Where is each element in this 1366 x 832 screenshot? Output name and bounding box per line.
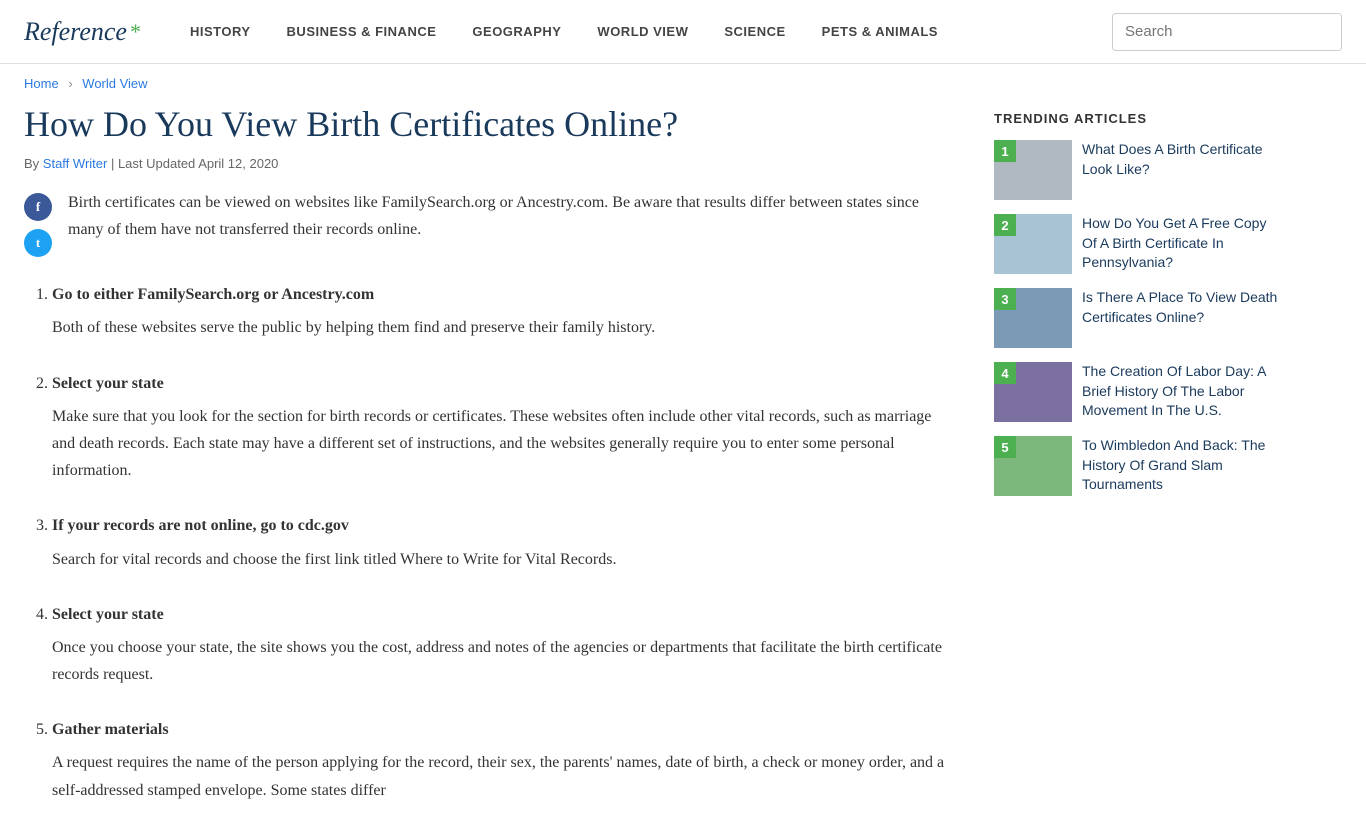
list-item: If your records are not online, go to cd… [52, 512, 954, 572]
trending-num-img: 4 [994, 362, 1072, 422]
twitter-button[interactable]: t [24, 229, 52, 257]
trending-item[interactable]: 4 The Creation Of Labor Day: A Brief His… [994, 362, 1284, 422]
step-body: Once you choose your state, the site sho… [52, 634, 954, 688]
list-item: Select your state Once you choose your st… [52, 601, 954, 689]
trending-text[interactable]: What Does A Birth Certificate Look Like? [1082, 140, 1284, 179]
meta-date: April 12, 2020 [198, 156, 278, 171]
search-input[interactable] [1113, 23, 1336, 40]
trending-num: 3 [994, 288, 1016, 310]
step-title: Gather materials [52, 716, 954, 743]
trending-num: 1 [994, 140, 1016, 162]
article-title: How Do You View Birth Certificates Onlin… [24, 103, 954, 146]
nav-history[interactable]: HISTORY [172, 24, 269, 39]
step-title: If your records are not online, go to cd… [52, 512, 954, 539]
trending-num: 2 [994, 214, 1016, 236]
article-steps: Go to either FamilySearch.org or Ancestr… [24, 281, 954, 804]
list-item: Go to either FamilySearch.org or Ancestr… [52, 281, 954, 341]
breadcrumb-sep: › [68, 76, 72, 91]
step-title: Go to either FamilySearch.org or Ancestr… [52, 281, 954, 308]
trending-text[interactable]: The Creation Of Labor Day: A Brief Histo… [1082, 362, 1284, 421]
trending-list: 1 What Does A Birth Certificate Look Lik… [994, 140, 1284, 496]
nav-business[interactable]: BUSINESS & FINANCE [269, 24, 455, 39]
logo-asterisk: * [129, 19, 140, 45]
meta-by: By [24, 156, 43, 171]
article-intro: f t Birth certificates can be viewed on … [24, 189, 954, 257]
site-header: Reference* HISTORYBUSINESS & FINANCEGEOG… [0, 0, 1366, 64]
social-buttons: f t [24, 193, 52, 257]
nav-pets[interactable]: PETS & ANIMALS [804, 24, 956, 39]
trending-item[interactable]: 1 What Does A Birth Certificate Look Lik… [994, 140, 1284, 200]
meta-author[interactable]: Staff Writer [43, 156, 108, 171]
step-title: Select your state [52, 601, 954, 628]
trending-item[interactable]: 2 How Do You Get A Free Copy Of A Birth … [994, 214, 1284, 274]
nav-science[interactable]: SCIENCE [706, 24, 803, 39]
step-title: Select your state [52, 370, 954, 397]
meta-sep: | Last Updated [107, 156, 198, 171]
step-body: Both of these websites serve the public … [52, 314, 954, 341]
list-item: Select your state Make sure that you look… [52, 370, 954, 485]
trending-num-img: 3 [994, 288, 1072, 348]
search-button[interactable] [1336, 14, 1342, 50]
main-nav: HISTORYBUSINESS & FINANCEGEOGRAPHYWORLD … [172, 24, 1112, 39]
breadcrumb-section[interactable]: World View [82, 76, 147, 91]
trending-item[interactable]: 5 To Wimbledon And Back: The History Of … [994, 436, 1284, 496]
nav-worldview[interactable]: WORLD VIEW [579, 24, 706, 39]
facebook-button[interactable]: f [24, 193, 52, 221]
sidebar: TRENDING ARTICLES 1 What Does A Birth Ce… [994, 103, 1284, 832]
trending-num-img: 1 [994, 140, 1072, 200]
trending-text[interactable]: To Wimbledon And Back: The History Of Gr… [1082, 436, 1284, 495]
intro-text: Birth certificates can be viewed on webs… [24, 189, 954, 243]
main-content: How Do You View Birth Certificates Onlin… [0, 103, 1366, 832]
trending-text[interactable]: Is There A Place To View Death Certifica… [1082, 288, 1284, 327]
search-box [1112, 13, 1342, 51]
list-item: Gather materials A request requires the n… [52, 716, 954, 804]
trending-text[interactable]: How Do You Get A Free Copy Of A Birth Ce… [1082, 214, 1284, 273]
trending-num-img: 5 [994, 436, 1072, 496]
nav-geography[interactable]: GEOGRAPHY [454, 24, 579, 39]
step-body: A request requires the name of the perso… [52, 749, 954, 803]
trending-item[interactable]: 3 Is There A Place To View Death Certifi… [994, 288, 1284, 348]
logo-text: Reference [24, 17, 127, 47]
article-meta: By Staff Writer | Last Updated April 12,… [24, 156, 954, 171]
breadcrumb-home[interactable]: Home [24, 76, 59, 91]
breadcrumb: Home › World View [0, 64, 1366, 103]
trending-num: 5 [994, 436, 1016, 458]
step-body: Make sure that you look for the section … [52, 403, 954, 485]
step-body: Search for vital records and choose the … [52, 546, 954, 573]
steps-list: Go to either FamilySearch.org or Ancestr… [24, 281, 954, 804]
article: How Do You View Birth Certificates Onlin… [24, 103, 954, 832]
trending-num: 4 [994, 362, 1016, 384]
trending-num-img: 2 [994, 214, 1072, 274]
trending-title: TRENDING ARTICLES [994, 111, 1284, 126]
site-logo[interactable]: Reference* [24, 17, 140, 47]
